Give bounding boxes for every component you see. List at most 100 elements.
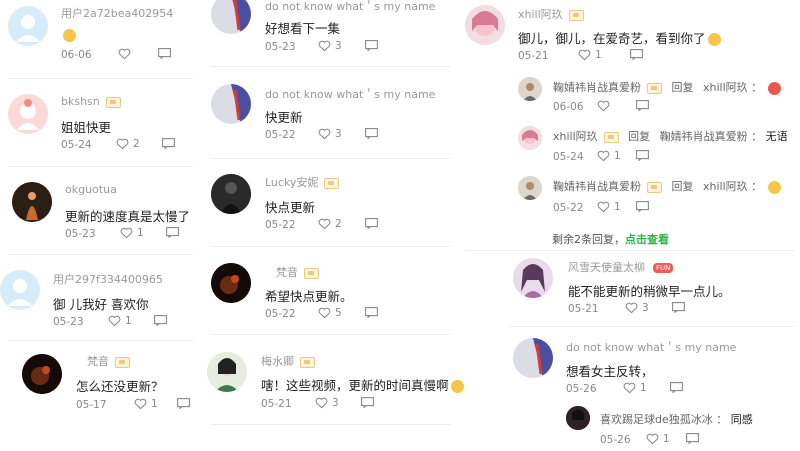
username[interactable]: 梅水卿 (261, 353, 315, 369)
avatar[interactable] (518, 176, 542, 200)
like-button[interactable]: 3 (318, 40, 342, 52)
reply-target[interactable]: xhill阿玖 (703, 81, 748, 94)
reply-sep: ： (751, 130, 763, 143)
smiley-emoji-icon (707, 33, 721, 46)
like-button[interactable] (118, 48, 135, 60)
comment-bubble-icon[interactable] (162, 138, 175, 149)
avatar[interactable] (518, 77, 542, 101)
like-button[interactable]: 3 (315, 397, 339, 409)
comment-bubble-icon[interactable] (636, 201, 649, 212)
like-button[interactable]: 1 (108, 315, 132, 327)
vip-badge-icon (568, 9, 584, 21)
username[interactable]: 梵音 (276, 264, 319, 280)
comment-bubble-icon[interactable] (630, 49, 643, 60)
comment-bubble-icon[interactable] (686, 433, 699, 444)
username[interactable]: 鞠婧祎肖战真爱粉 (553, 81, 641, 94)
heart-icon (578, 49, 591, 61)
username[interactable]: do not know what＇s my name (265, 86, 435, 102)
heart-icon (318, 307, 331, 319)
avatar[interactable] (207, 352, 247, 392)
avatar[interactable] (211, 84, 251, 124)
like-button[interactable]: 1 (120, 227, 144, 239)
username[interactable]: Lucky安妮 (265, 174, 340, 190)
comment-bubble-icon[interactable] (636, 150, 649, 161)
avatar[interactable] (465, 5, 505, 45)
reply-text: 无语 (765, 130, 788, 143)
username[interactable]: bkshsn (61, 95, 121, 108)
comment-bubble-icon[interactable] (361, 397, 374, 408)
comment-text (61, 27, 76, 42)
comment-text: 好想看下一集 (265, 21, 341, 36)
comment-column-2: do not know what＇s my name 好想看下一集 05-23 … (205, 0, 464, 451)
comment-bubble-icon[interactable] (177, 398, 190, 409)
comment-date: 05-23 (53, 316, 84, 328)
username[interactable]: do not know what＇s my name (566, 339, 736, 355)
like-button[interactable]: 2 (116, 138, 140, 150)
avatar[interactable] (8, 6, 48, 46)
like-button[interactable]: 1 (578, 49, 602, 61)
vip-badge-icon (603, 131, 619, 143)
like-count: 2 (335, 218, 342, 230)
comment-text-content: 御儿，御儿，在爱奇艺，看到你了 (518, 31, 706, 46)
fun-badge: FUN (653, 263, 674, 273)
like-button[interactable]: 1 (623, 382, 647, 394)
avatar[interactable] (513, 258, 553, 298)
username[interactable]: 鞠婧祎肖战真爱粉 (553, 180, 641, 193)
comment-text: 能不能更新的稍微早一点儿。 (568, 284, 731, 299)
username[interactable]: 用户2a72bea402954 (61, 5, 173, 21)
heart-icon (623, 382, 636, 394)
avatar[interactable] (513, 338, 553, 378)
like-button[interactable]: 1 (646, 433, 670, 445)
comment-bubble-icon[interactable] (670, 382, 683, 393)
divider (211, 424, 451, 425)
username[interactable]: 梵音 (87, 353, 130, 369)
avatar[interactable] (566, 406, 590, 430)
divider (8, 340, 193, 341)
heart-icon (597, 100, 610, 112)
avatar[interactable] (211, 0, 251, 34)
avatar[interactable] (22, 354, 62, 394)
avatar[interactable] (0, 270, 40, 310)
username[interactable]: 风雪天使童太柳 FUN (568, 259, 674, 275)
comment-date: 05-22 (553, 202, 584, 214)
heart-icon (597, 201, 610, 213)
like-button[interactable]: 3 (318, 128, 342, 140)
like-button[interactable] (597, 100, 614, 112)
comment-bubble-icon[interactable] (636, 100, 649, 111)
comment-bubble-icon[interactable] (158, 48, 171, 59)
divider (8, 166, 193, 167)
vip-badge-icon (115, 356, 130, 368)
like-button[interactable]: 5 (318, 307, 342, 319)
username[interactable]: do not know what＇s my name (265, 0, 435, 14)
comment-item: 风雪天使童太柳 FUN 能不能更新的稍微早一点儿。 05-21 3 (460, 256, 800, 326)
username[interactable]: xhill阿玖 (553, 130, 598, 143)
username[interactable]: okguotua (65, 183, 117, 196)
reply-target[interactable]: 鞠婧祎肖战真爱粉 (660, 130, 748, 143)
reply-sep: ： (751, 81, 763, 94)
like-button[interactable]: 1 (597, 201, 621, 213)
reply-target[interactable]: xhill阿玖 (703, 180, 748, 193)
comment-bubble-icon[interactable] (672, 302, 685, 313)
avatar[interactable] (518, 126, 542, 150)
like-count: 3 (335, 128, 342, 140)
username[interactable]: 用户297f334400965 (53, 271, 163, 287)
like-button[interactable]: 1 (134, 398, 158, 410)
comment-text: 更新的速度真是太慢了 (65, 209, 191, 224)
avatar[interactable] (211, 263, 251, 303)
comment-date: 05-26 (600, 434, 631, 446)
comment-bubble-icon[interactable] (365, 307, 378, 318)
comment-bubble-icon[interactable] (365, 218, 378, 229)
comment-bubble-icon[interactable] (365, 40, 378, 51)
like-button[interactable]: 2 (318, 218, 342, 230)
comment-bubble-icon[interactable] (365, 128, 378, 139)
comment-bubble-icon[interactable] (166, 227, 179, 238)
avatar[interactable] (8, 94, 48, 134)
avatar[interactable] (211, 174, 251, 214)
comment-bubble-icon[interactable] (154, 315, 167, 326)
like-button[interactable]: 3 (625, 302, 649, 314)
username[interactable]: xhill阿玖 (518, 6, 584, 22)
avatar[interactable] (12, 182, 52, 222)
like-button[interactable]: 1 (597, 150, 621, 162)
username[interactable]: 喜欢踢足球de独孤冰冰 (600, 413, 713, 426)
view-more-link[interactable]: 点击查看 (625, 233, 669, 246)
